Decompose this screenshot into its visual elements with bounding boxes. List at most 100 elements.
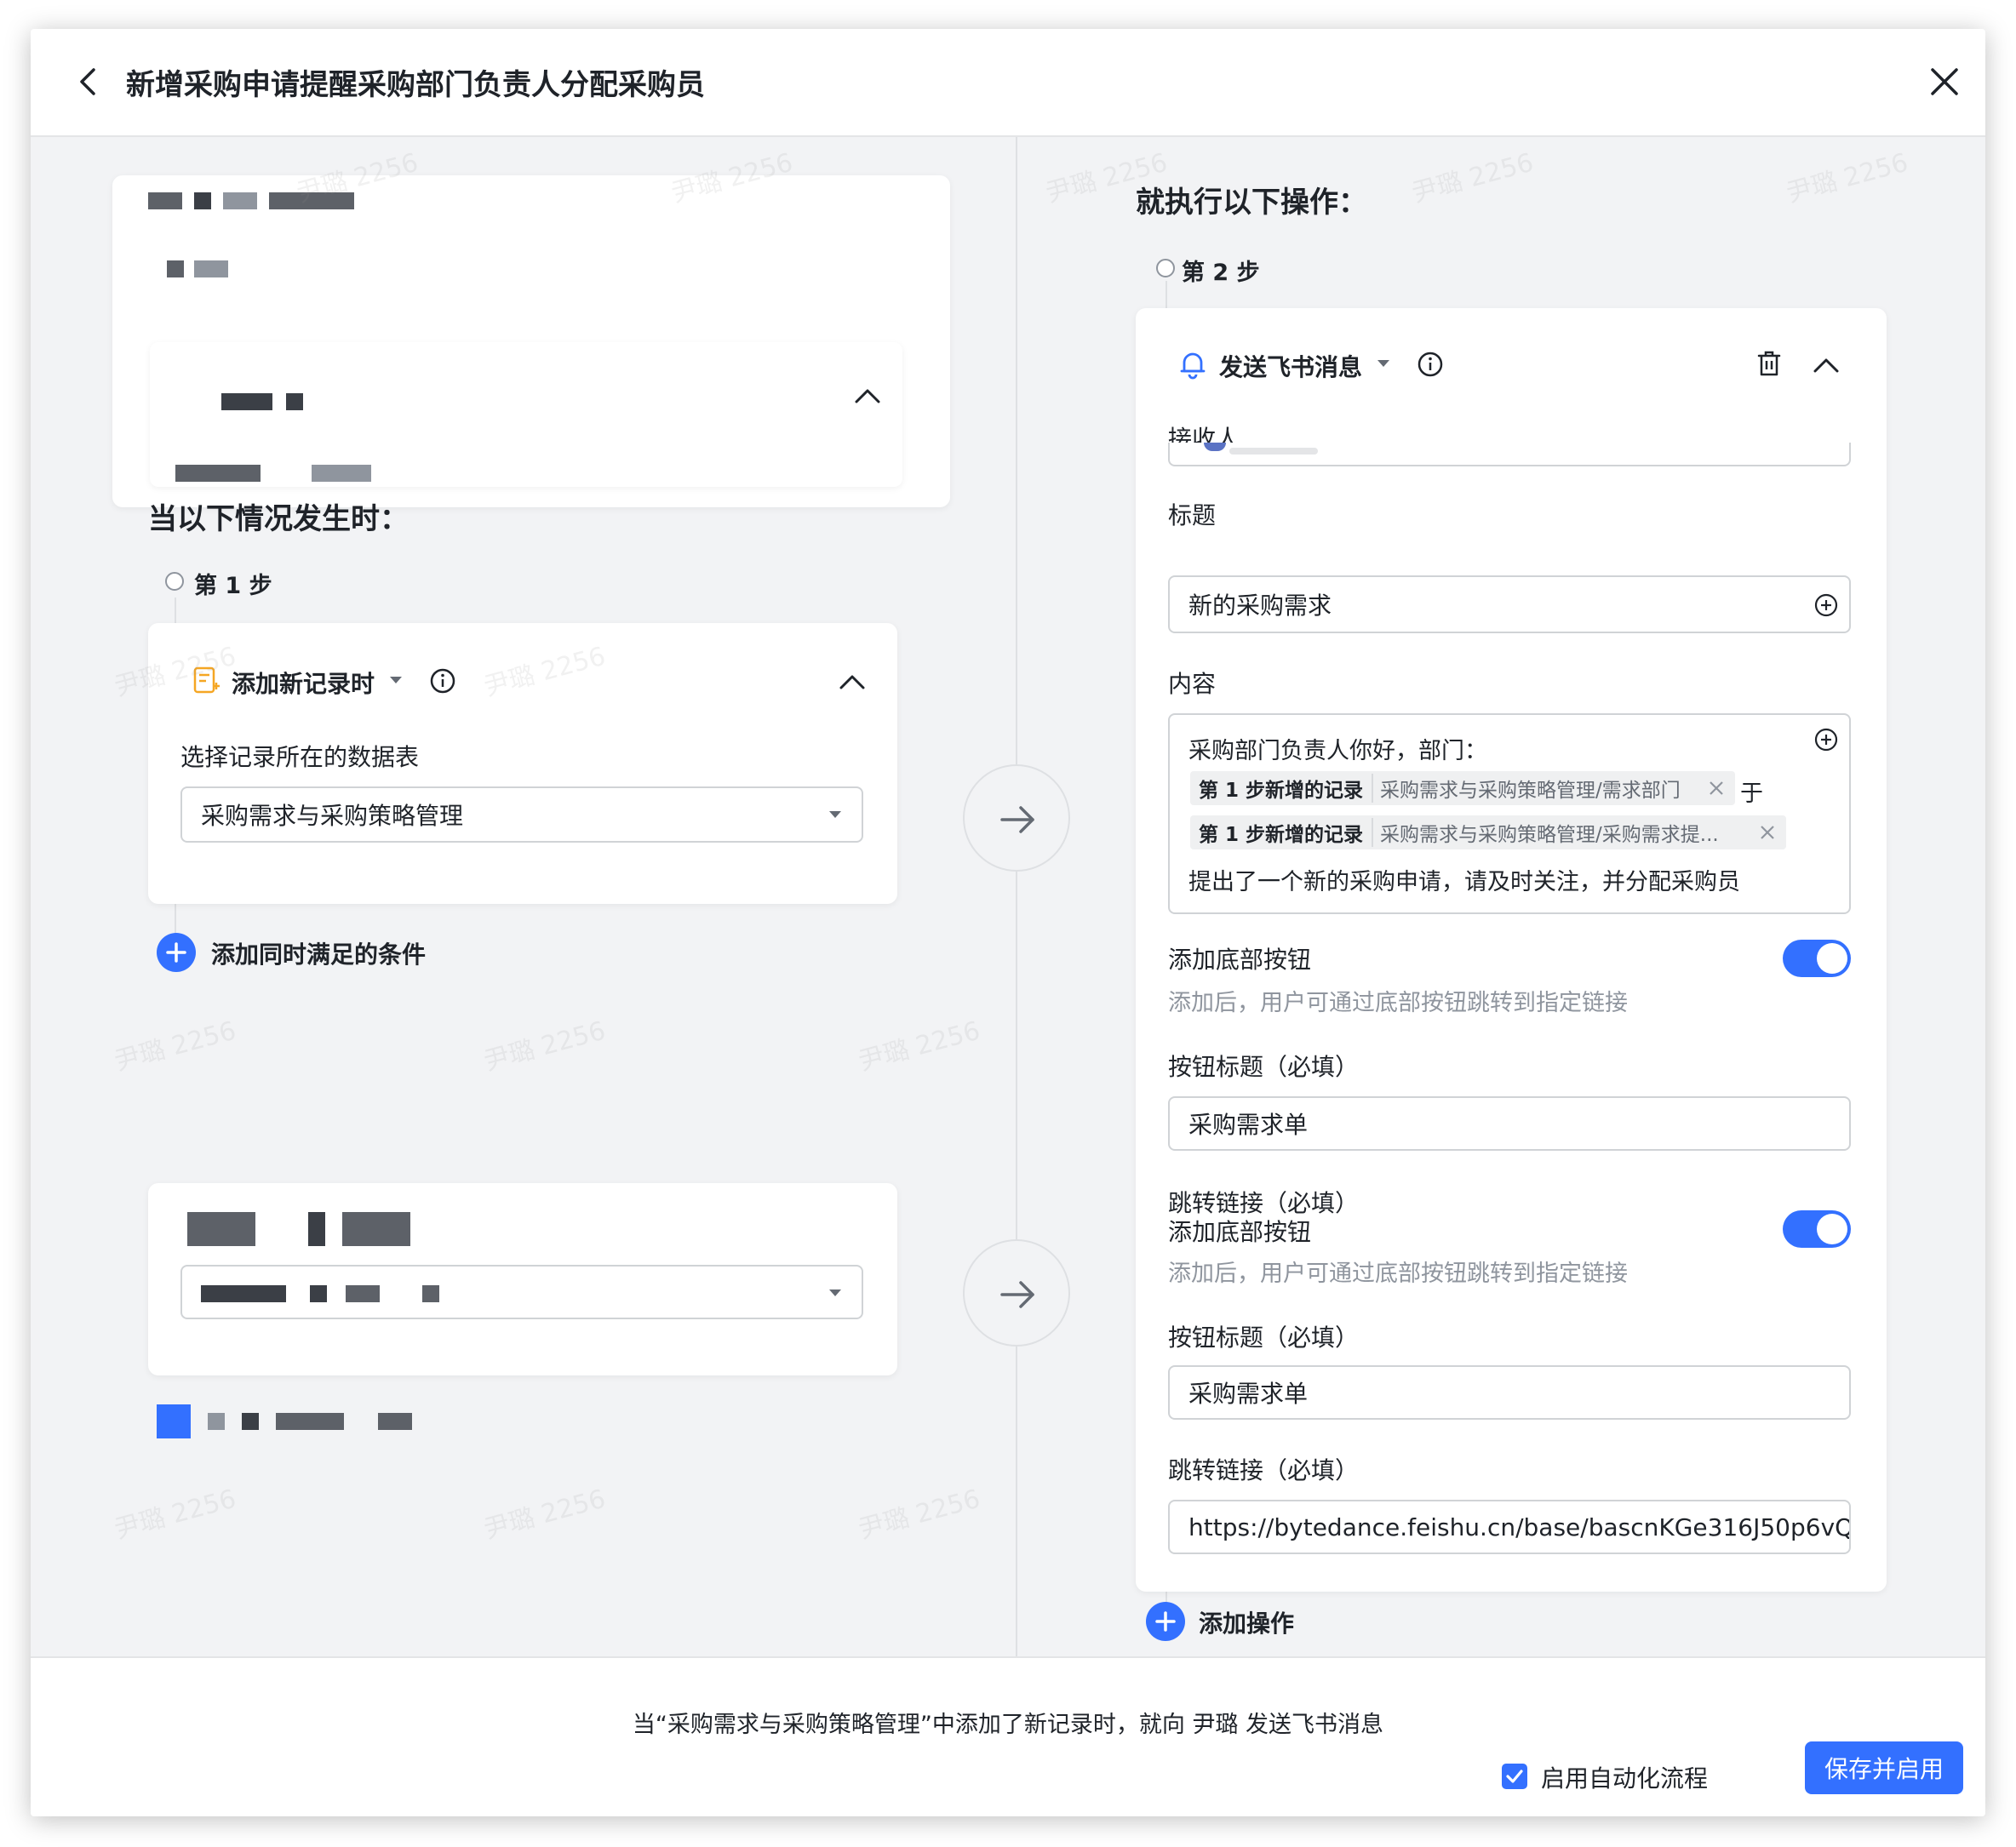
redacted-card-top — [112, 175, 950, 507]
recipient-field[interactable] — [1168, 443, 1851, 466]
check-icon — [1506, 1770, 1523, 1783]
chevron-up-icon[interactable] — [1812, 354, 1841, 375]
flow-arrow-2 — [963, 1239, 1070, 1347]
redacted-text — [148, 192, 182, 209]
dialog-title: 新增采购申请提醒采购部门负责人分配采购员 — [126, 68, 705, 102]
jump-link-label-2: 跳转链接（必填） — [1168, 1456, 1360, 1484]
redacted-text — [310, 1285, 327, 1302]
remove-chip-icon[interactable] — [1704, 776, 1728, 800]
redacted-text — [286, 393, 303, 410]
flow-arrow-1 — [963, 764, 1070, 872]
arrow-right-icon — [1000, 806, 1034, 833]
table-select-label: 选择记录所在的数据表 — [180, 743, 420, 771]
chevron-up-icon[interactable] — [838, 671, 867, 691]
redacted-text — [308, 1212, 325, 1246]
automation-dialog: 新增采购申请提醒采购部门负责人分配采购员 当以下情况发生时： 第 1 步 添加新… — [31, 29, 1985, 1816]
redacted-inner-card — [150, 342, 902, 487]
action-card: 发送飞书消息 接收人 标题 新的采购需求 内容 采购部门负责人你好，部门： 第 … — [1136, 308, 1887, 1592]
field-chip-department: 第 1 步新增的记录 采购需求与采购策略管理/需求部门 — [1190, 771, 1735, 805]
action-section-title: 就执行以下操作： — [1136, 186, 1367, 220]
redacted-text — [194, 260, 228, 277]
redacted-text — [269, 192, 354, 209]
redacted-text — [187, 1212, 255, 1246]
redacted-text — [346, 1285, 380, 1302]
step2-label: 第 2 步 — [1182, 260, 1260, 286]
redacted-text — [201, 1285, 286, 1302]
button-title-value-2: 采购需求单 — [1188, 1380, 1309, 1408]
caret-down-icon[interactable] — [1376, 357, 1391, 369]
dialog-footer: 当“采购需求与采购策略管理”中添加了新记录时，就向 尹璐 发送飞书消息 启用自动… — [31, 1656, 1985, 1816]
redacted-text — [242, 1413, 259, 1430]
add-action-label[interactable]: 添加操作 — [1199, 1605, 1294, 1639]
record-add-icon — [193, 666, 220, 694]
redacted-text — [194, 192, 211, 209]
add-condition-button[interactable] — [157, 933, 196, 972]
content-editor[interactable]: 采购部门负责人你好，部门： 第 1 步新增的记录 采购需求与采购策略管理/需求部… — [1168, 713, 1851, 914]
watermark: 尹璐 2256 — [111, 1484, 239, 1546]
bottom-button-toggle[interactable] — [1783, 940, 1851, 977]
redacted-text — [342, 1212, 410, 1246]
redacted-text — [312, 465, 371, 482]
info-icon[interactable] — [1417, 351, 1444, 378]
enable-automation-checkbox[interactable] — [1502, 1764, 1527, 1789]
caret-down-icon — [829, 811, 841, 818]
watermark: 尹璐 2256 — [855, 1484, 983, 1546]
insert-field-icon[interactable] — [1813, 727, 1839, 752]
trigger-name[interactable]: 添加新记录时 — [232, 666, 375, 700]
table-select[interactable]: 采购需求与采购策略管理 — [180, 786, 863, 843]
chip-source: 第 1 步新增的记录 — [1190, 774, 1374, 803]
step1-label: 第 1 步 — [194, 573, 272, 599]
button-title-label: 按钮标题（必填） — [1168, 1053, 1360, 1081]
button-title-value: 采购需求单 — [1188, 1111, 1309, 1139]
trash-icon[interactable] — [1755, 349, 1783, 378]
add-condition-label[interactable]: 添加同时满足的条件 — [211, 936, 426, 970]
automation-summary: 当“采购需求与采购策略管理”中添加了新记录时，就向 尹璐 发送飞书消息 — [632, 1712, 1384, 1738]
back-arrow-icon[interactable] — [72, 63, 106, 100]
button-title-input-2[interactable]: 采购需求单 — [1168, 1365, 1851, 1420]
content-line-1: 采购部门负责人你好，部门： — [1188, 738, 1487, 764]
watermark: 尹璐 2256 — [1408, 147, 1537, 209]
chip-field: 采购需求与采购策略管理/采购需求提... — [1380, 824, 1719, 846]
field-chip-requirement: 第 1 步新增的记录 采购需求与采购策略管理/采购需求提... — [1190, 815, 1786, 849]
redacted-select[interactable] — [180, 1265, 863, 1319]
watermark: 尹璐 2256 — [111, 1015, 239, 1078]
caret-down-icon — [829, 1289, 841, 1296]
add-action-button[interactable] — [1146, 1602, 1185, 1641]
caret-down-icon[interactable] — [388, 674, 404, 686]
info-icon[interactable] — [429, 667, 456, 695]
step1-dot — [165, 572, 184, 591]
dialog-header: 新增采购申请提醒采购部门负责人分配采购员 — [31, 29, 1985, 137]
column-divider — [1016, 137, 1017, 1686]
action-name[interactable]: 发送飞书消息 — [1219, 349, 1362, 383]
avatar — [1204, 443, 1226, 451]
bell-icon — [1180, 352, 1206, 380]
watermark: 尹璐 2256 — [480, 1015, 609, 1078]
watermark: 尹璐 2256 — [1783, 147, 1911, 209]
insert-field-icon[interactable] — [1813, 592, 1839, 618]
redacted-add-icon — [157, 1404, 191, 1438]
plus-icon — [1155, 1611, 1176, 1632]
recipient-chip — [1229, 448, 1318, 455]
jump-link-input-2[interactable]: https://bytedance.feishu.cn/base/bascnKG… — [1168, 1500, 1851, 1554]
trigger-card: 添加新记录时 选择记录所在的数据表 采购需求与采购策略管理 — [148, 623, 897, 904]
redacted-text — [223, 192, 257, 209]
title-label: 标题 — [1168, 501, 1217, 529]
watermark: 尹璐 2256 — [480, 1484, 609, 1546]
redacted-text — [175, 465, 261, 482]
content-line-4: 提出了一个新的采购申请，请及时关注，并分配采购员 — [1188, 869, 1740, 895]
remove-chip-icon[interactable] — [1755, 821, 1779, 844]
button-title-label-2: 按钮标题（必填） — [1168, 1324, 1360, 1352]
bottom-button-label: 添加底部按钮 — [1168, 946, 1312, 974]
redacted-card-bottom — [148, 1183, 897, 1375]
title-input[interactable]: 新的采购需求 — [1168, 575, 1851, 633]
chevron-up-icon[interactable] — [853, 385, 882, 405]
redacted-text — [221, 393, 272, 410]
enable-automation-label[interactable]: 启用自动化流程 — [1541, 1760, 1708, 1794]
chip-source: 第 1 步新增的记录 — [1190, 818, 1374, 847]
arrow-right-icon — [1000, 1281, 1034, 1308]
save-and-enable-button[interactable]: 保存并启用 — [1805, 1741, 1963, 1794]
close-icon[interactable] — [1926, 63, 1963, 100]
bottom-button-label-2: 添加底部按钮 — [1168, 1218, 1312, 1246]
bottom-button-toggle-2[interactable] — [1783, 1210, 1851, 1248]
button-title-input[interactable]: 采购需求单 — [1168, 1096, 1851, 1151]
